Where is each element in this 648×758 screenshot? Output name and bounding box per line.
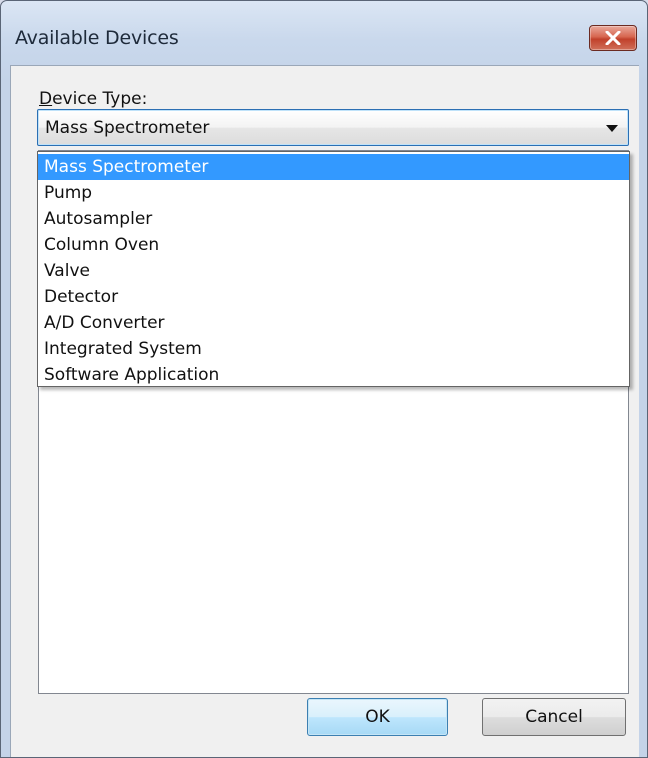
dropdown-option-autosampler[interactable]: Autosampler	[38, 206, 629, 232]
cancel-button[interactable]: Cancel	[482, 698, 626, 736]
dropdown-option-pump[interactable]: Pump	[38, 180, 629, 206]
dropdown-option-ad-converter[interactable]: A/D Converter	[38, 310, 629, 336]
available-devices-dialog: Available Devices Device Type: Mass Spec…	[0, 0, 648, 758]
dropdown-option-valve[interactable]: Valve	[38, 258, 629, 284]
device-type-label-text: evice Type:	[52, 89, 148, 109]
chevron-down-icon[interactable]	[606, 125, 618, 132]
dialog-content: Device Type: Mass Spectrometer Mass Spec…	[10, 65, 639, 757]
device-type-combobox[interactable]: Mass Spectrometer	[37, 109, 629, 146]
title-bar[interactable]: Available Devices	[1, 1, 647, 61]
close-icon	[605, 31, 621, 45]
dropdown-option-mass-spectrometer[interactable]: Mass Spectrometer	[38, 154, 629, 180]
dropdown-option-integrated-system[interactable]: Integrated System	[38, 336, 629, 362]
device-type-label: Device Type:	[39, 89, 147, 109]
dropdown-option-detector[interactable]: Detector	[38, 284, 629, 310]
close-button[interactable]	[589, 25, 637, 51]
window-title: Available Devices	[15, 27, 179, 49]
device-type-label-accelerator: D	[39, 89, 53, 109]
ok-button[interactable]: OK	[307, 698, 448, 736]
dropdown-option-software-application[interactable]: Software Application	[38, 362, 629, 388]
device-type-dropdown-list[interactable]: Mass Spectrometer Pump Autosampler Colum…	[37, 151, 630, 387]
device-type-selected-value: Mass Spectrometer	[45, 118, 210, 138]
dropdown-option-column-oven[interactable]: Column Oven	[38, 232, 629, 258]
